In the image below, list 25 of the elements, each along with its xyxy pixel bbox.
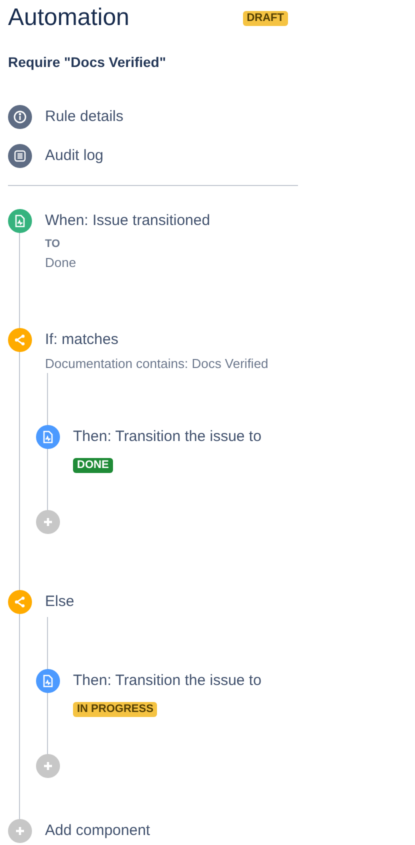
document-icon (36, 425, 60, 449)
step-title[interactable]: Else (45, 590, 74, 614)
document-icon (36, 669, 60, 693)
draft-badge: DRAFT (242, 10, 288, 26)
status-badge: DONE (73, 458, 113, 473)
step-title[interactable]: Then: Transition the issue to (73, 670, 262, 692)
field-label: TO (45, 237, 62, 252)
menu-item[interactable]: Rule details (45, 106, 124, 128)
rule-name: Require "Docs Verified" (8, 53, 167, 71)
menu-item[interactable]: Audit log (45, 144, 104, 168)
branch-icon (8, 590, 32, 614)
add-icon[interactable] (36, 510, 60, 534)
step-title[interactable]: If: matches (45, 328, 118, 352)
add-icon[interactable] (36, 754, 60, 778)
step-title[interactable]: Then: Transition the issue to (73, 426, 262, 448)
info-icon (8, 105, 32, 129)
document-icon (8, 209, 32, 233)
list-icon (8, 144, 32, 168)
status-badge: IN PROGRESS (73, 702, 158, 717)
branch-icon (8, 328, 32, 352)
add-component-link[interactable]: Add component (45, 820, 150, 842)
step-title[interactable]: When: Issue transitioned (45, 210, 210, 232)
field-value: Done (45, 254, 78, 272)
condition-detail: Documentation contains: Docs Verified (45, 355, 270, 373)
page-title: Automation (8, 3, 130, 33)
